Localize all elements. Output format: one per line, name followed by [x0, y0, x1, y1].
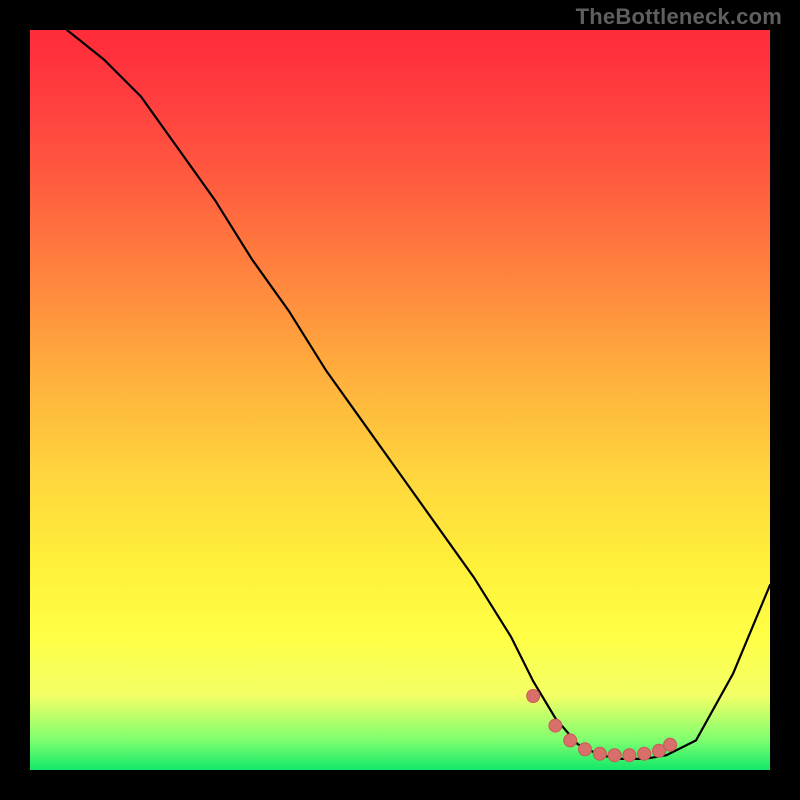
marker-group: [527, 690, 677, 762]
marker-dot: [527, 690, 540, 703]
plot-area: [30, 30, 770, 770]
marker-dot: [608, 749, 621, 762]
marker-dot: [638, 747, 651, 760]
marker-dot: [593, 747, 606, 760]
curve-path: [67, 30, 770, 759]
chart-frame: TheBottleneck.com: [0, 0, 800, 800]
marker-dot: [549, 719, 562, 732]
chart-svg: [30, 30, 770, 770]
watermark-text: TheBottleneck.com: [576, 4, 782, 30]
marker-dot: [664, 738, 677, 751]
marker-dot: [623, 749, 636, 762]
marker-dot: [564, 734, 577, 747]
marker-dot: [579, 743, 592, 756]
